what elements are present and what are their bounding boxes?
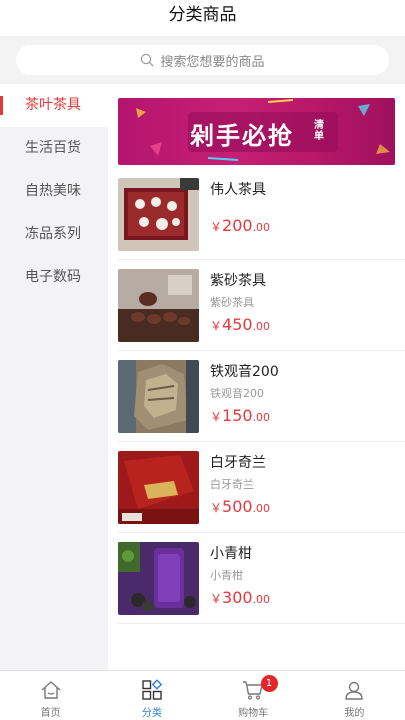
search-icon	[141, 53, 154, 67]
home-icon	[41, 681, 61, 699]
price-currency: ￥	[210, 220, 223, 234]
product-name: 白牙奇兰	[210, 455, 266, 471]
price-integer: 500	[222, 497, 253, 516]
page-header: 分类商品	[0, 0, 405, 36]
page-title: 分类商品	[168, 5, 237, 25]
product-name: 伟人茶具	[210, 182, 266, 198]
price-currency: ￥	[210, 410, 223, 424]
sidebar-item-electronics[interactable]: 电子数码	[0, 256, 108, 299]
promo-banner[interactable]: 剁手必抢 清单	[118, 98, 395, 165]
cart-badge: 1	[260, 675, 278, 692]
price-currency: ￥	[210, 592, 223, 606]
bottom-tab-bar: 首页 分类 1 购物车 我的	[0, 670, 405, 720]
product-image	[118, 360, 199, 433]
product-item[interactable]: 铁观音200 铁观音200 ￥150.00	[118, 352, 405, 442]
product-price: ￥450.00	[210, 315, 270, 334]
product-subtitle: 小青柑	[210, 569, 243, 582]
tab-label: 我的	[344, 708, 365, 719]
category-sidebar: 茶叶茶具 生活百货 自热美味 冻品系列 电子数码	[0, 84, 108, 670]
product-price: ￥500.00	[210, 497, 270, 516]
product-price: ￥150.00	[210, 406, 270, 425]
banner-title: 剁手必抢	[190, 122, 294, 150]
sidebar-item-label: 冻品系列	[25, 226, 81, 242]
sidebar-item-label: 生活百货	[25, 140, 81, 156]
sidebar-item-self-heating[interactable]: 自热美味	[0, 170, 108, 213]
sidebar-item-label: 自热美味	[25, 183, 81, 199]
price-decimal: .00	[252, 221, 271, 234]
price-decimal: .00	[252, 593, 271, 606]
price-integer: 300	[222, 588, 253, 607]
banner-subtitle: 清单	[314, 120, 324, 142]
search-input[interactable]: 搜索您想要的商品	[16, 45, 389, 75]
product-price: ￥300.00	[210, 588, 270, 607]
sidebar-item-label: 电子数码	[25, 269, 81, 285]
product-subtitle: 铁观音200	[210, 387, 264, 400]
product-image	[118, 178, 199, 251]
tab-cart[interactable]: 1 购物车	[203, 671, 304, 720]
tab-label: 购物车	[238, 708, 269, 719]
price-integer: 150	[222, 406, 253, 425]
tab-category[interactable]: 分类	[101, 671, 202, 720]
price-decimal: .00	[252, 502, 271, 515]
price-integer: 450	[222, 315, 253, 334]
product-item[interactable]: 紫砂茶具 紫砂茶具 ￥450.00	[118, 261, 405, 351]
product-item[interactable]: 小青柑 小青柑 ￥300.00	[118, 534, 405, 624]
price-decimal: .00	[252, 320, 271, 333]
product-item[interactable]: 白牙奇兰 白牙奇兰 ￥500.00	[118, 443, 405, 533]
price-currency: ￥	[210, 501, 223, 515]
sidebar-item-label: 茶叶茶具	[25, 97, 81, 113]
product-image	[118, 542, 199, 615]
tab-profile[interactable]: 我的	[304, 671, 405, 720]
search-bar: 搜索您想要的商品	[0, 36, 405, 84]
price-integer: 200	[222, 216, 253, 235]
category-icon	[142, 679, 163, 700]
sidebar-item-daily-goods[interactable]: 生活百货	[0, 127, 108, 170]
tab-label: 首页	[40, 708, 61, 719]
product-name: 铁观音200	[210, 364, 279, 380]
product-image	[118, 451, 199, 524]
sidebar-item-frozen[interactable]: 冻品系列	[0, 213, 108, 256]
product-list: 剁手必抢 清单 伟人茶具 ￥200.00 紫砂茶具 紫砂茶具 ￥450.00 铁…	[108, 84, 405, 670]
product-subtitle: 白牙奇兰	[210, 478, 254, 491]
price-decimal: .00	[252, 411, 271, 424]
product-image	[118, 269, 199, 342]
tab-label: 分类	[141, 708, 162, 719]
price-currency: ￥	[210, 319, 223, 333]
product-name: 小青柑	[210, 546, 252, 562]
product-price: ￥200.00	[210, 216, 270, 235]
product-subtitle: 紫砂茶具	[210, 296, 254, 309]
sidebar-item-tea[interactable]: 茶叶茶具	[0, 84, 108, 127]
product-name: 紫砂茶具	[210, 273, 266, 289]
tab-home[interactable]: 首页	[0, 671, 101, 720]
user-icon	[345, 681, 364, 700]
search-placeholder: 搜索您想要的商品	[160, 54, 265, 70]
product-item[interactable]: 伟人茶具 ￥200.00	[118, 170, 405, 260]
